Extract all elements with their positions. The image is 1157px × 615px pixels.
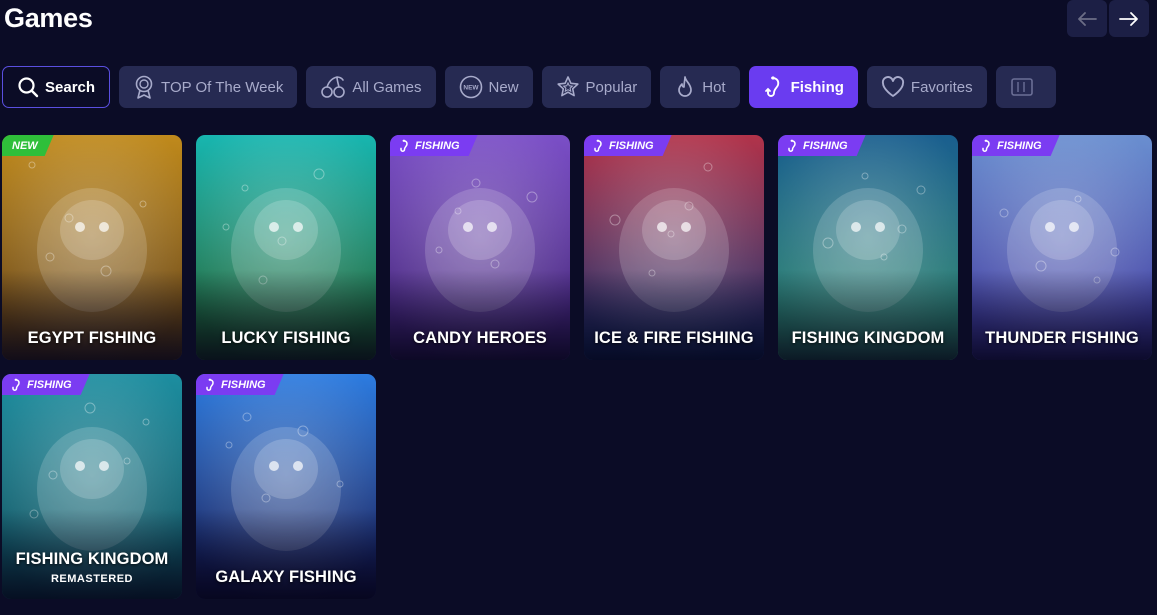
arrow-right-icon [1119, 11, 1138, 26]
prev-button[interactable] [1067, 0, 1107, 37]
filter-label: Hot [702, 78, 726, 96]
game-card[interactable]: FISHING FISHING KINGDOM REMASTERED [2, 374, 182, 599]
svg-text:NEW: NEW [463, 85, 479, 92]
fishing-hook-icon [10, 378, 23, 392]
new-icon: NEW [459, 75, 483, 99]
filter-fishing[interactable]: Fishing [748, 66, 858, 108]
fishing-hook-icon [786, 139, 799, 153]
fishing-badge: FISHING [972, 135, 1060, 156]
filter-label: TOP Of The Week [161, 78, 284, 96]
cherries-icon [320, 75, 346, 99]
filter-top-of-the-week[interactable]: TOP Of The Week [119, 66, 298, 108]
filter-new[interactable]: NEW New [444, 66, 533, 108]
game-card[interactable]: FISHING ICE & FIRE FISHING [584, 135, 764, 360]
game-card[interactable]: LUCKY FISHING [196, 135, 376, 360]
badge-label: FISHING [415, 139, 460, 152]
filter-favorites[interactable]: Favorites [866, 66, 987, 108]
filter-label: New [488, 78, 519, 96]
badge-label: FISHING [997, 139, 1042, 152]
arrow-left-icon [1078, 11, 1097, 26]
star-icon [556, 75, 580, 99]
fishing-badge: FISHING [778, 135, 866, 156]
next-button[interactable] [1109, 0, 1149, 37]
game-title: LUCKY FISHING [221, 329, 351, 347]
medal-icon [133, 75, 155, 99]
filter-label: Popular [585, 78, 638, 96]
game-card[interactable]: FISHING GALAXY FISHING [196, 374, 376, 599]
fishing-badge: FISHING [2, 374, 90, 395]
new-badge: NEW [2, 135, 54, 156]
game-title: FISHING KINGDOM [791, 329, 945, 347]
filter-search[interactable]: Search [2, 66, 111, 108]
filter-label: Favorites [910, 78, 973, 96]
fishing-badge: FISHING [390, 135, 478, 156]
fishing-hook-icon [398, 139, 411, 153]
game-card[interactable]: FISHING FISHING KINGDOM [778, 135, 958, 360]
game-title: GALAXY FISHING [215, 568, 357, 586]
badge-label: FISHING [609, 139, 654, 152]
fishing-hook-icon [204, 378, 217, 392]
filter-slots[interactable] [995, 66, 1056, 108]
search-icon [17, 76, 39, 98]
game-title: FISHING KINGDOM [15, 550, 169, 568]
badge-label: FISHING [27, 378, 72, 391]
game-card[interactable]: NEW EGYPT FISHING [2, 135, 182, 360]
heart-icon [881, 76, 905, 98]
slot-machine-icon [1010, 76, 1036, 98]
badge-label: FISHING [803, 139, 848, 152]
game-card[interactable]: FISHING CANDY HEROES [390, 135, 570, 360]
game-card[interactable]: FISHING THUNDER FISHING [972, 135, 1152, 360]
fishing-badge: FISHING [584, 135, 672, 156]
badge-label: NEW [12, 139, 38, 152]
page-title: Games [4, 3, 93, 33]
badge-label: FISHING [221, 378, 266, 391]
filter-hot[interactable]: Hot [660, 66, 740, 108]
category-filter-bar: Search TOP Of The Week All Games NEW New Popu… [2, 66, 1157, 108]
fishing-hook-icon [592, 139, 605, 153]
fishing-hook-icon [980, 139, 993, 153]
game-title: ICE & FIRE FISHING [594, 329, 754, 347]
game-title: THUNDER FISHING [985, 329, 1139, 347]
game-title: CANDY HEROES [413, 329, 547, 347]
filter-label: Fishing [790, 78, 844, 96]
fishing-badge: FISHING [196, 374, 284, 395]
filter-label: All Games [352, 78, 422, 96]
fishing-hook-icon [763, 75, 785, 99]
filter-all-games[interactable]: All Games [306, 66, 436, 108]
filter-popular[interactable]: Popular [541, 66, 652, 108]
filter-label: Search [45, 78, 96, 96]
game-title: EGYPT FISHING [27, 329, 157, 347]
games-grid: NEW EGYPT FISHING LUCKY FISHING FISHING CAND… [2, 135, 1152, 599]
game-subtitle: REMASTERED [50, 573, 133, 585]
carousel-nav [1067, 0, 1149, 37]
flame-icon [674, 75, 696, 99]
